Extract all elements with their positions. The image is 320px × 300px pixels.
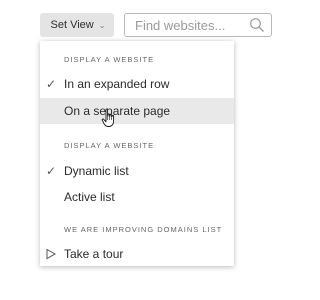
menu-item-dynamic-list[interactable]: ✓ Dynamic list bbox=[40, 158, 234, 184]
section-header-display-website-2: DISPLAY A WEBSITE bbox=[64, 141, 155, 150]
section-header-display-website: DISPLAY A WEBSITE bbox=[64, 55, 155, 64]
menu-item-take-a-tour[interactable]: Take a tour bbox=[40, 241, 234, 267]
section-header-improving-domains: WE ARE IMPROVING DOMAINS LIST bbox=[64, 225, 223, 234]
menu-item-label: On a separate page bbox=[64, 104, 171, 118]
checkmark-icon: ✓ bbox=[46, 77, 57, 91]
menu-item-separate-page[interactable]: On a separate page bbox=[40, 98, 234, 124]
menu-item-expanded-row[interactable]: ✓ In an expanded row bbox=[40, 71, 234, 97]
search-icon[interactable] bbox=[249, 17, 265, 33]
menu-item-label: Take a tour bbox=[64, 247, 124, 261]
checkmark-icon: ✓ bbox=[46, 164, 57, 178]
hand-pointer-cursor-icon bbox=[101, 108, 117, 128]
menu-item-label: In an expanded row bbox=[64, 77, 170, 91]
search-field[interactable] bbox=[124, 13, 272, 37]
chevron-down-icon: ⌄ bbox=[98, 20, 106, 30]
set-view-button[interactable]: Set View ⌄ bbox=[40, 13, 114, 37]
play-outline-icon bbox=[46, 248, 56, 260]
menu-item-label: Dynamic list bbox=[64, 164, 129, 178]
menu-item-label: Active list bbox=[64, 190, 115, 204]
set-view-dropdown-menu: DISPLAY A WEBSITE ✓ In an expanded row O… bbox=[40, 41, 234, 266]
menu-item-active-list[interactable]: Active list bbox=[40, 184, 234, 210]
search-input[interactable] bbox=[135, 17, 249, 33]
set-view-label: Set View bbox=[50, 19, 94, 31]
